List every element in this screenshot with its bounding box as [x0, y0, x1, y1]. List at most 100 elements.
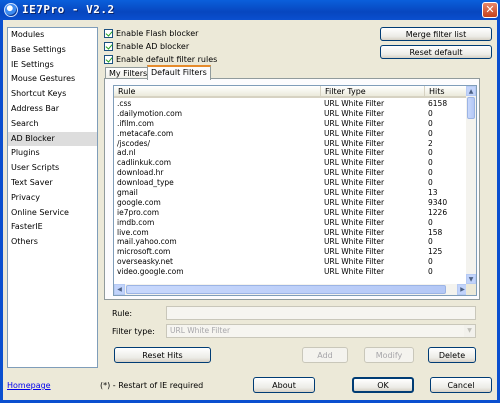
filter-type-cell: URL White Filter: [324, 138, 385, 148]
tab-default-filters[interactable]: Default Filters: [147, 65, 211, 80]
horizontal-scroll-thumb[interactable]: [126, 285, 446, 294]
filter-type-cell: URL White Filter: [324, 247, 385, 257]
homepage-link[interactable]: Homepage: [7, 381, 51, 390]
rule-cell: microsoft.com: [117, 247, 171, 257]
table-row[interactable]: imdb.com URL White Filter 0: [114, 218, 468, 228]
table-row[interactable]: video.google.com URL White Filter 0: [114, 267, 468, 277]
filter-type-cell: URL White Filter: [324, 188, 385, 198]
hits-cell: 1226: [428, 207, 448, 217]
vertical-scroll-thumb[interactable]: [467, 97, 475, 119]
sidebar-item-search[interactable]: Search: [8, 117, 97, 132]
sidebar-item-ad-blocker[interactable]: AD Blocker: [8, 131, 97, 147]
rule-input[interactable]: [166, 306, 476, 320]
table-row[interactable]: download.hr URL White Filter 0: [114, 168, 468, 178]
filter-type-cell: URL White Filter: [324, 118, 385, 128]
sidebar-item-privacy[interactable]: Privacy: [8, 191, 97, 206]
sidebar-item-address-bar[interactable]: Address Bar: [8, 102, 97, 117]
table-row[interactable]: mail.yahoo.com URL White Filter 0: [114, 237, 468, 247]
close-button[interactable]: ✕: [482, 2, 498, 18]
sidebar-item-base-settings[interactable]: Base Settings: [8, 43, 97, 58]
column-header-rule[interactable]: Rule: [114, 86, 321, 98]
reset-default-button[interactable]: Reset default: [380, 45, 492, 59]
hits-cell: 2: [428, 138, 433, 148]
filter-type-cell: URL White Filter: [324, 237, 385, 247]
filter-type-cell: URL White Filter: [324, 158, 385, 168]
table-row[interactable]: overseasky.net URL White Filter 0: [114, 257, 468, 267]
sidebar-item-plugins[interactable]: Plugins: [8, 146, 97, 161]
restart-note: (*) - Restart of IE required: [100, 381, 204, 390]
flash-blocker-label: Enable Flash blocker: [116, 28, 199, 38]
rule-cell: .ifilm.com: [117, 118, 154, 128]
scroll-down-icon[interactable]: ▼: [466, 274, 476, 284]
add-button[interactable]: Add: [302, 347, 348, 363]
filter-type-cell: URL White Filter: [324, 207, 385, 217]
ad-blocker-label: Enable AD blocker: [116, 41, 190, 51]
checkbox-checked-icon[interactable]: [104, 28, 113, 38]
sidebar-item-others[interactable]: Others: [8, 235, 97, 250]
rule-cell: .dailymotion.com: [117, 108, 183, 118]
cancel-button[interactable]: Cancel: [430, 377, 492, 393]
hits-cell: 0: [428, 267, 433, 277]
rule-cell: imdb.com: [117, 217, 155, 227]
rule-cell: ad.nl: [117, 148, 136, 158]
sidebar-item-modules[interactable]: Modules: [8, 28, 97, 43]
table-row[interactable]: live.com URL White Filter 158: [114, 228, 468, 238]
sidebar-item-mouse-gestures[interactable]: Mouse Gestures: [8, 72, 97, 87]
table-row[interactable]: .css URL White Filter 6158: [114, 99, 468, 109]
vertical-scrollbar[interactable]: ▲ ▼: [466, 86, 476, 284]
merge-filter-list-button[interactable]: Merge filter list: [380, 27, 492, 41]
filter-type-value: URL White Filter: [170, 326, 231, 335]
hits-cell: 13: [428, 188, 438, 198]
column-header-hits[interactable]: Hits: [425, 86, 468, 98]
reset-hits-button[interactable]: Reset Hits: [114, 347, 211, 363]
rule-cell: download_type: [117, 178, 174, 188]
filter-type-cell: URL White Filter: [324, 99, 385, 108]
hits-cell: 158: [428, 227, 443, 237]
table-row[interactable]: microsoft.com URL White Filter 125: [114, 247, 468, 257]
table-row[interactable]: ie7pro.com URL White Filter 1226: [114, 208, 468, 218]
table-row[interactable]: download_type URL White Filter 0: [114, 178, 468, 188]
sidebar-item-ie-settings[interactable]: IE Settings: [8, 58, 97, 73]
ad-blocker-checkbox[interactable]: Enable AD blocker: [104, 40, 189, 52]
sidebar-item-text-saver[interactable]: Text Saver: [8, 176, 97, 191]
filter-type-cell: URL White Filter: [324, 168, 385, 178]
modify-button[interactable]: Modify: [364, 347, 414, 363]
column-header-filter-type[interactable]: Filter Type: [321, 86, 425, 98]
about-button[interactable]: About: [253, 377, 315, 393]
rule-cell: download.hr: [117, 168, 164, 178]
table-row[interactable]: .dailymotion.com URL White Filter 0: [114, 109, 468, 119]
scroll-up-icon[interactable]: ▲: [466, 86, 476, 96]
sidebar-item-online-service[interactable]: Online Service: [8, 206, 97, 221]
table-row[interactable]: cadlinkuk.com URL White Filter 0: [114, 158, 468, 168]
table-row[interactable]: google.com URL White Filter 9340: [114, 198, 468, 208]
sidebar-item-user-scripts[interactable]: User Scripts: [8, 161, 97, 176]
chevron-down-icon[interactable]: ▼: [464, 325, 475, 337]
filter-type-cell: URL White Filter: [324, 267, 385, 277]
table-row[interactable]: .metacafe.com URL White Filter 0: [114, 129, 468, 139]
table-row[interactable]: ad.nl URL White Filter 0: [114, 148, 468, 158]
app-logo-icon: [4, 3, 18, 17]
sidebar-item-fasterie[interactable]: FasterIE: [8, 220, 97, 235]
table-row[interactable]: gmail URL White Filter 13: [114, 188, 468, 198]
hits-cell: 9340: [428, 197, 448, 207]
rule-cell: live.com: [117, 227, 149, 237]
sidebar-item-shortcut-keys[interactable]: Shortcut Keys: [8, 87, 97, 102]
filter-type-select[interactable]: URL White Filter ▼: [166, 324, 476, 338]
delete-button[interactable]: Delete: [428, 347, 476, 363]
filter-type-cell: URL White Filter: [324, 178, 385, 188]
default-rules-checkbox[interactable]: Enable default filter rules: [104, 53, 217, 65]
rule-cell: ie7pro.com: [117, 207, 160, 217]
list-header: Rule Filter Type Hits: [114, 86, 468, 98]
hits-cell: 0: [428, 108, 433, 118]
filter-rules-list[interactable]: Rule Filter Type Hits .css URL White Filt…: [113, 85, 477, 296]
checkbox-checked-icon[interactable]: [104, 41, 113, 51]
hits-cell: 0: [428, 237, 433, 247]
scroll-left-icon[interactable]: ◀: [114, 284, 125, 295]
ok-button[interactable]: OK: [352, 377, 414, 393]
horizontal-scrollbar[interactable]: ◀ ▶: [114, 284, 468, 295]
checkbox-checked-icon[interactable]: [104, 54, 113, 64]
table-row[interactable]: /jscodes/URL White Filter 2: [114, 139, 468, 149]
flash-blocker-checkbox[interactable]: Enable Flash blocker: [104, 27, 198, 39]
table-row[interactable]: .ifilm.com URL White Filter 0: [114, 119, 468, 129]
rule-cell: mail.yahoo.com: [117, 237, 177, 247]
